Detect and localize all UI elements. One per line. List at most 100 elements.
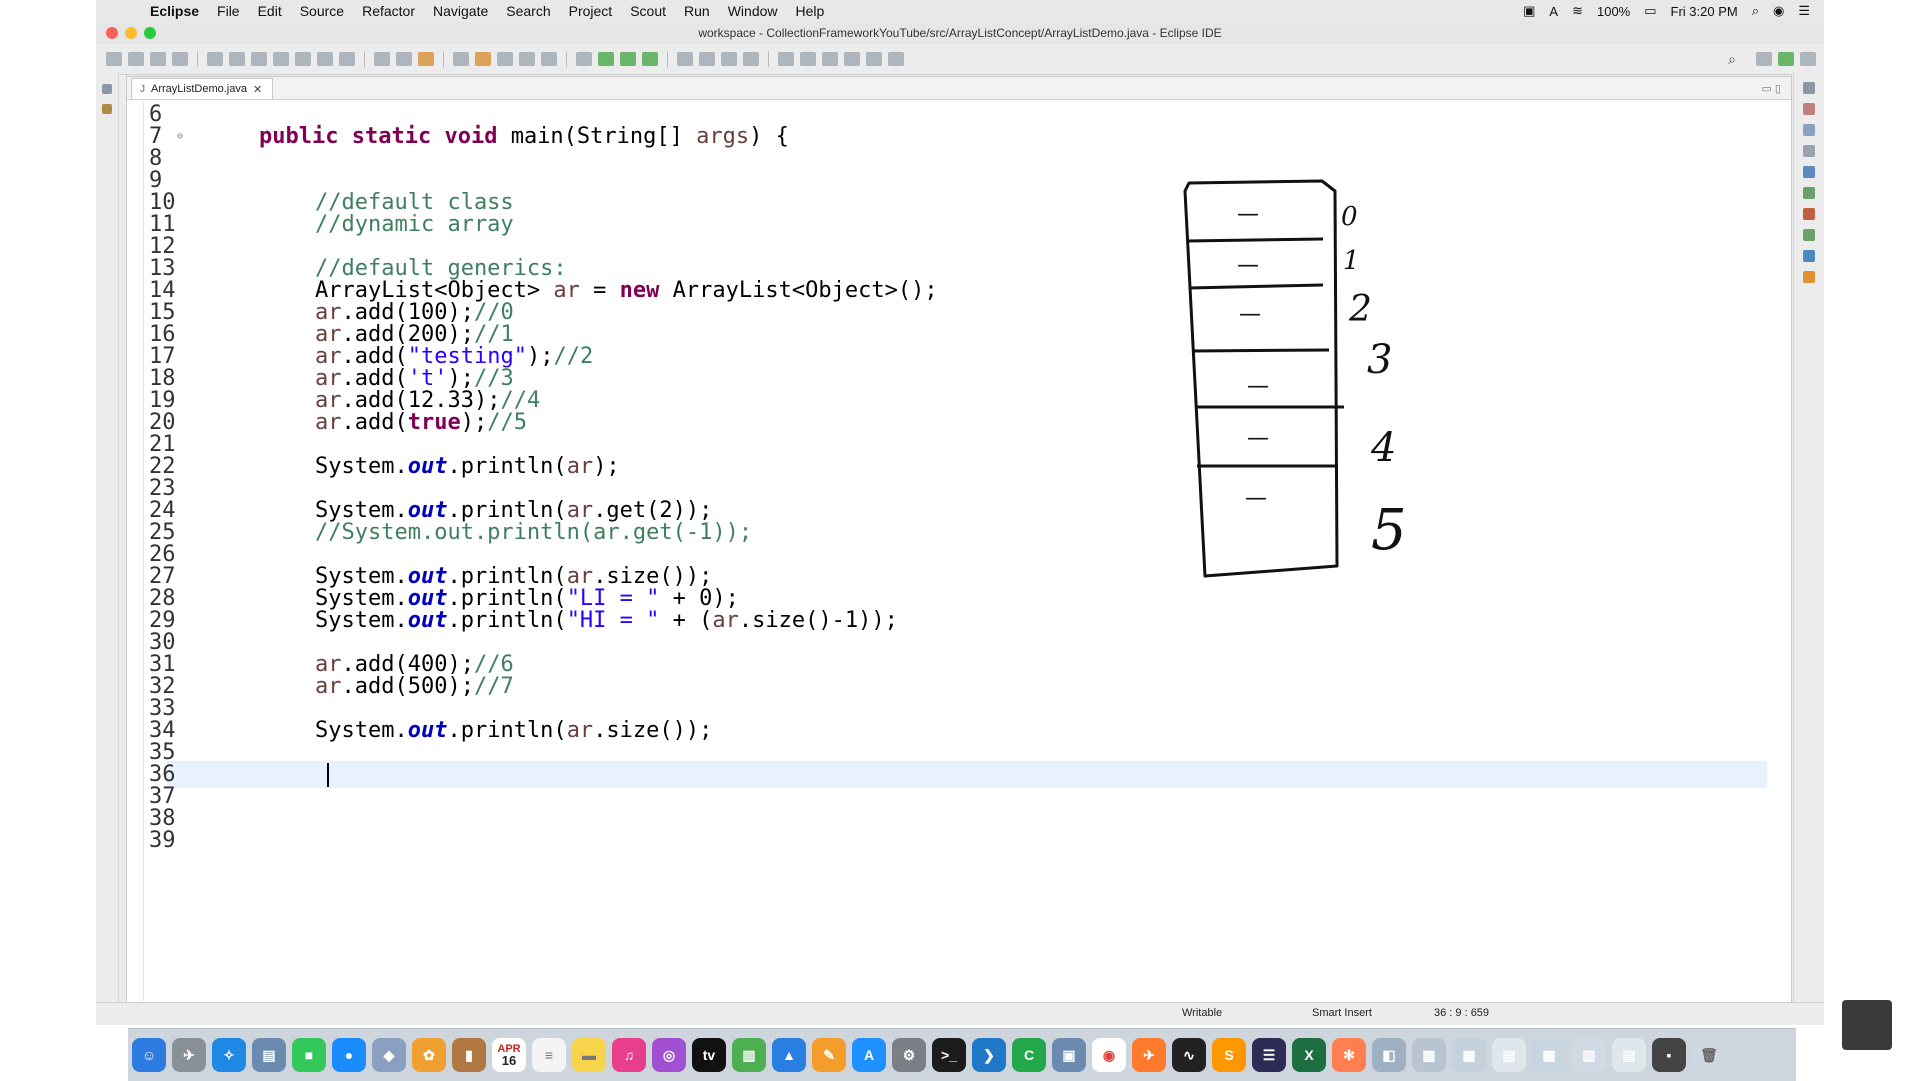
- screenshot-app-icon[interactable]: ▣: [1052, 1038, 1086, 1072]
- activity-monitor-icon[interactable]: ∿: [1172, 1038, 1206, 1072]
- siri-icon[interactable]: ◉: [1773, 3, 1784, 19]
- new-icon[interactable]: [106, 52, 122, 66]
- swift-playgrounds-icon[interactable]: ✈: [1132, 1038, 1166, 1072]
- quick-access-search-icon[interactable]: ⌕: [1728, 51, 1736, 68]
- eclipse-icon[interactable]: ☰: [1252, 1038, 1286, 1072]
- wifi-icon[interactable]: ≋: [1572, 3, 1583, 19]
- disconnect-icon[interactable]: [273, 52, 289, 66]
- terminal-icon[interactable]: [172, 52, 188, 66]
- external-tools-icon[interactable]: [642, 52, 658, 66]
- open-type-icon[interactable]: [699, 52, 715, 66]
- snowflake-app-icon[interactable]: ✻: [1332, 1038, 1366, 1072]
- input-source-icon[interactable]: A: [1549, 4, 1558, 19]
- system-preferences-icon[interactable]: ⚙: [892, 1038, 926, 1072]
- trash-icon[interactable]: 🗑: [1692, 1038, 1726, 1072]
- recent-window-icon[interactable]: ▦: [1412, 1038, 1446, 1072]
- back-icon[interactable]: [844, 52, 860, 66]
- keynote-icon[interactable]: ▲: [772, 1038, 806, 1072]
- code-area[interactable]: 6 7 ⊖ public static void main(String[] arg…: [127, 101, 1791, 1001]
- podcasts-icon[interactable]: ◎: [652, 1038, 686, 1072]
- show-whitespace-icon[interactable]: [541, 52, 557, 66]
- pin-editor-icon[interactable]: [888, 52, 904, 66]
- problems-icon[interactable]: [1803, 145, 1815, 157]
- notes-icon[interactable]: ▬: [572, 1038, 606, 1072]
- calendar-icon[interactable]: APR 16: [492, 1038, 526, 1072]
- apple-tv-icon[interactable]: tv: [692, 1038, 726, 1072]
- next-annotation-icon[interactable]: [778, 52, 794, 66]
- menu-source[interactable]: Source: [300, 3, 344, 19]
- safari-icon[interactable]: ✧: [212, 1038, 246, 1072]
- maps-icon[interactable]: ◆: [372, 1038, 406, 1072]
- debug-icon[interactable]: [576, 52, 592, 66]
- menu-app-name[interactable]: Eclipse: [150, 3, 199, 19]
- search-toolbar-icon[interactable]: [743, 52, 759, 66]
- run-icon[interactable]: [598, 52, 614, 66]
- declaration-icon[interactable]: [1803, 187, 1815, 199]
- new-java-package-icon[interactable]: [396, 52, 412, 66]
- skip-breakpoints-icon[interactable]: [374, 52, 390, 66]
- excel-icon[interactable]: X: [1292, 1038, 1326, 1072]
- progress-icon[interactable]: [1803, 229, 1815, 241]
- menu-search[interactable]: Search: [506, 3, 550, 19]
- git-icon[interactable]: [1803, 271, 1815, 283]
- forward-icon[interactable]: [866, 52, 882, 66]
- recent-window-icon[interactable]: ▦: [1532, 1038, 1566, 1072]
- pages-icon[interactable]: ✎: [812, 1038, 846, 1072]
- restore-view-icon[interactable]: [102, 84, 112, 94]
- minimize-maximize-icons[interactable]: ▭ ▯: [1761, 82, 1781, 95]
- sublime-text-icon[interactable]: S: [1212, 1038, 1246, 1072]
- launchpad-icon[interactable]: ✈: [172, 1038, 206, 1072]
- coderunner-icon[interactable]: C: [1012, 1038, 1046, 1072]
- menu-scout[interactable]: Scout: [630, 3, 666, 19]
- step-return-icon[interactable]: [339, 52, 355, 66]
- block-selection-icon[interactable]: [519, 52, 535, 66]
- step-over-icon[interactable]: [317, 52, 333, 66]
- menu-file[interactable]: File: [217, 3, 240, 19]
- notification-center-icon[interactable]: ☰: [1798, 3, 1810, 19]
- resume-icon[interactable]: [207, 52, 223, 66]
- facetime-icon[interactable]: ■: [292, 1038, 326, 1072]
- recent-window-icon[interactable]: ▤: [1492, 1038, 1526, 1072]
- save-icon[interactable]: [128, 52, 144, 66]
- menu-refactor[interactable]: Refactor: [362, 3, 415, 19]
- servers-icon[interactable]: [1803, 250, 1815, 262]
- chrome-icon[interactable]: ◉: [1092, 1038, 1126, 1072]
- spotlight-search-icon[interactable]: ⌕: [1752, 3, 1759, 19]
- step-into-icon[interactable]: [295, 52, 311, 66]
- restore-right-icon[interactable]: [1803, 82, 1815, 94]
- preview-icon[interactable]: ▤: [252, 1038, 286, 1072]
- reminders-icon[interactable]: ≡: [532, 1038, 566, 1072]
- editor-tab[interactable]: J ArrayListDemo.java ✕: [131, 78, 274, 99]
- console-icon[interactable]: [1803, 208, 1815, 220]
- javadoc-icon[interactable]: [1803, 166, 1815, 178]
- messages-icon[interactable]: ●: [332, 1038, 366, 1072]
- recent-window-icon[interactable]: ▥: [1572, 1038, 1606, 1072]
- debug-perspective-icon[interactable]: [1800, 52, 1816, 66]
- task-list-icon[interactable]: [1803, 103, 1815, 115]
- new-java-class-icon[interactable]: [677, 52, 693, 66]
- numbers-icon[interactable]: ▥: [732, 1038, 766, 1072]
- battery-percent[interactable]: 100%: [1597, 4, 1630, 19]
- toggle-word-wrap-icon[interactable]: [497, 52, 513, 66]
- terminal-app-icon[interactable]: >_: [932, 1038, 966, 1072]
- contacts-icon[interactable]: ▮: [452, 1038, 486, 1072]
- close-tab-icon[interactable]: ✕: [253, 83, 262, 96]
- app-store-icon[interactable]: A: [852, 1038, 886, 1072]
- outline-icon[interactable]: [1803, 124, 1815, 136]
- recent-window-icon[interactable]: ▪: [1652, 1038, 1686, 1072]
- menu-window[interactable]: Window: [728, 3, 778, 19]
- package-explorer-icon[interactable]: [102, 104, 112, 114]
- toggle-highlight-icon[interactable]: [475, 52, 491, 66]
- photos-icon[interactable]: ✿: [412, 1038, 446, 1072]
- suspend-icon[interactable]: [229, 52, 245, 66]
- battery-icon[interactable]: ▭: [1644, 3, 1656, 19]
- terminate-icon[interactable]: [251, 52, 267, 66]
- vscode-icon[interactable]: ❯: [972, 1038, 1006, 1072]
- toggle-mark-occurrences-icon[interactable]: [453, 52, 469, 66]
- window-layout-icon[interactable]: ▣: [1523, 3, 1535, 19]
- menubar-clock[interactable]: Fri 3:20 PM: [1671, 4, 1738, 19]
- music-icon[interactable]: ♫: [612, 1038, 646, 1072]
- preview-document-icon[interactable]: ◧: [1372, 1038, 1406, 1072]
- menu-edit[interactable]: Edit: [258, 3, 282, 19]
- menu-navigate[interactable]: Navigate: [433, 3, 488, 19]
